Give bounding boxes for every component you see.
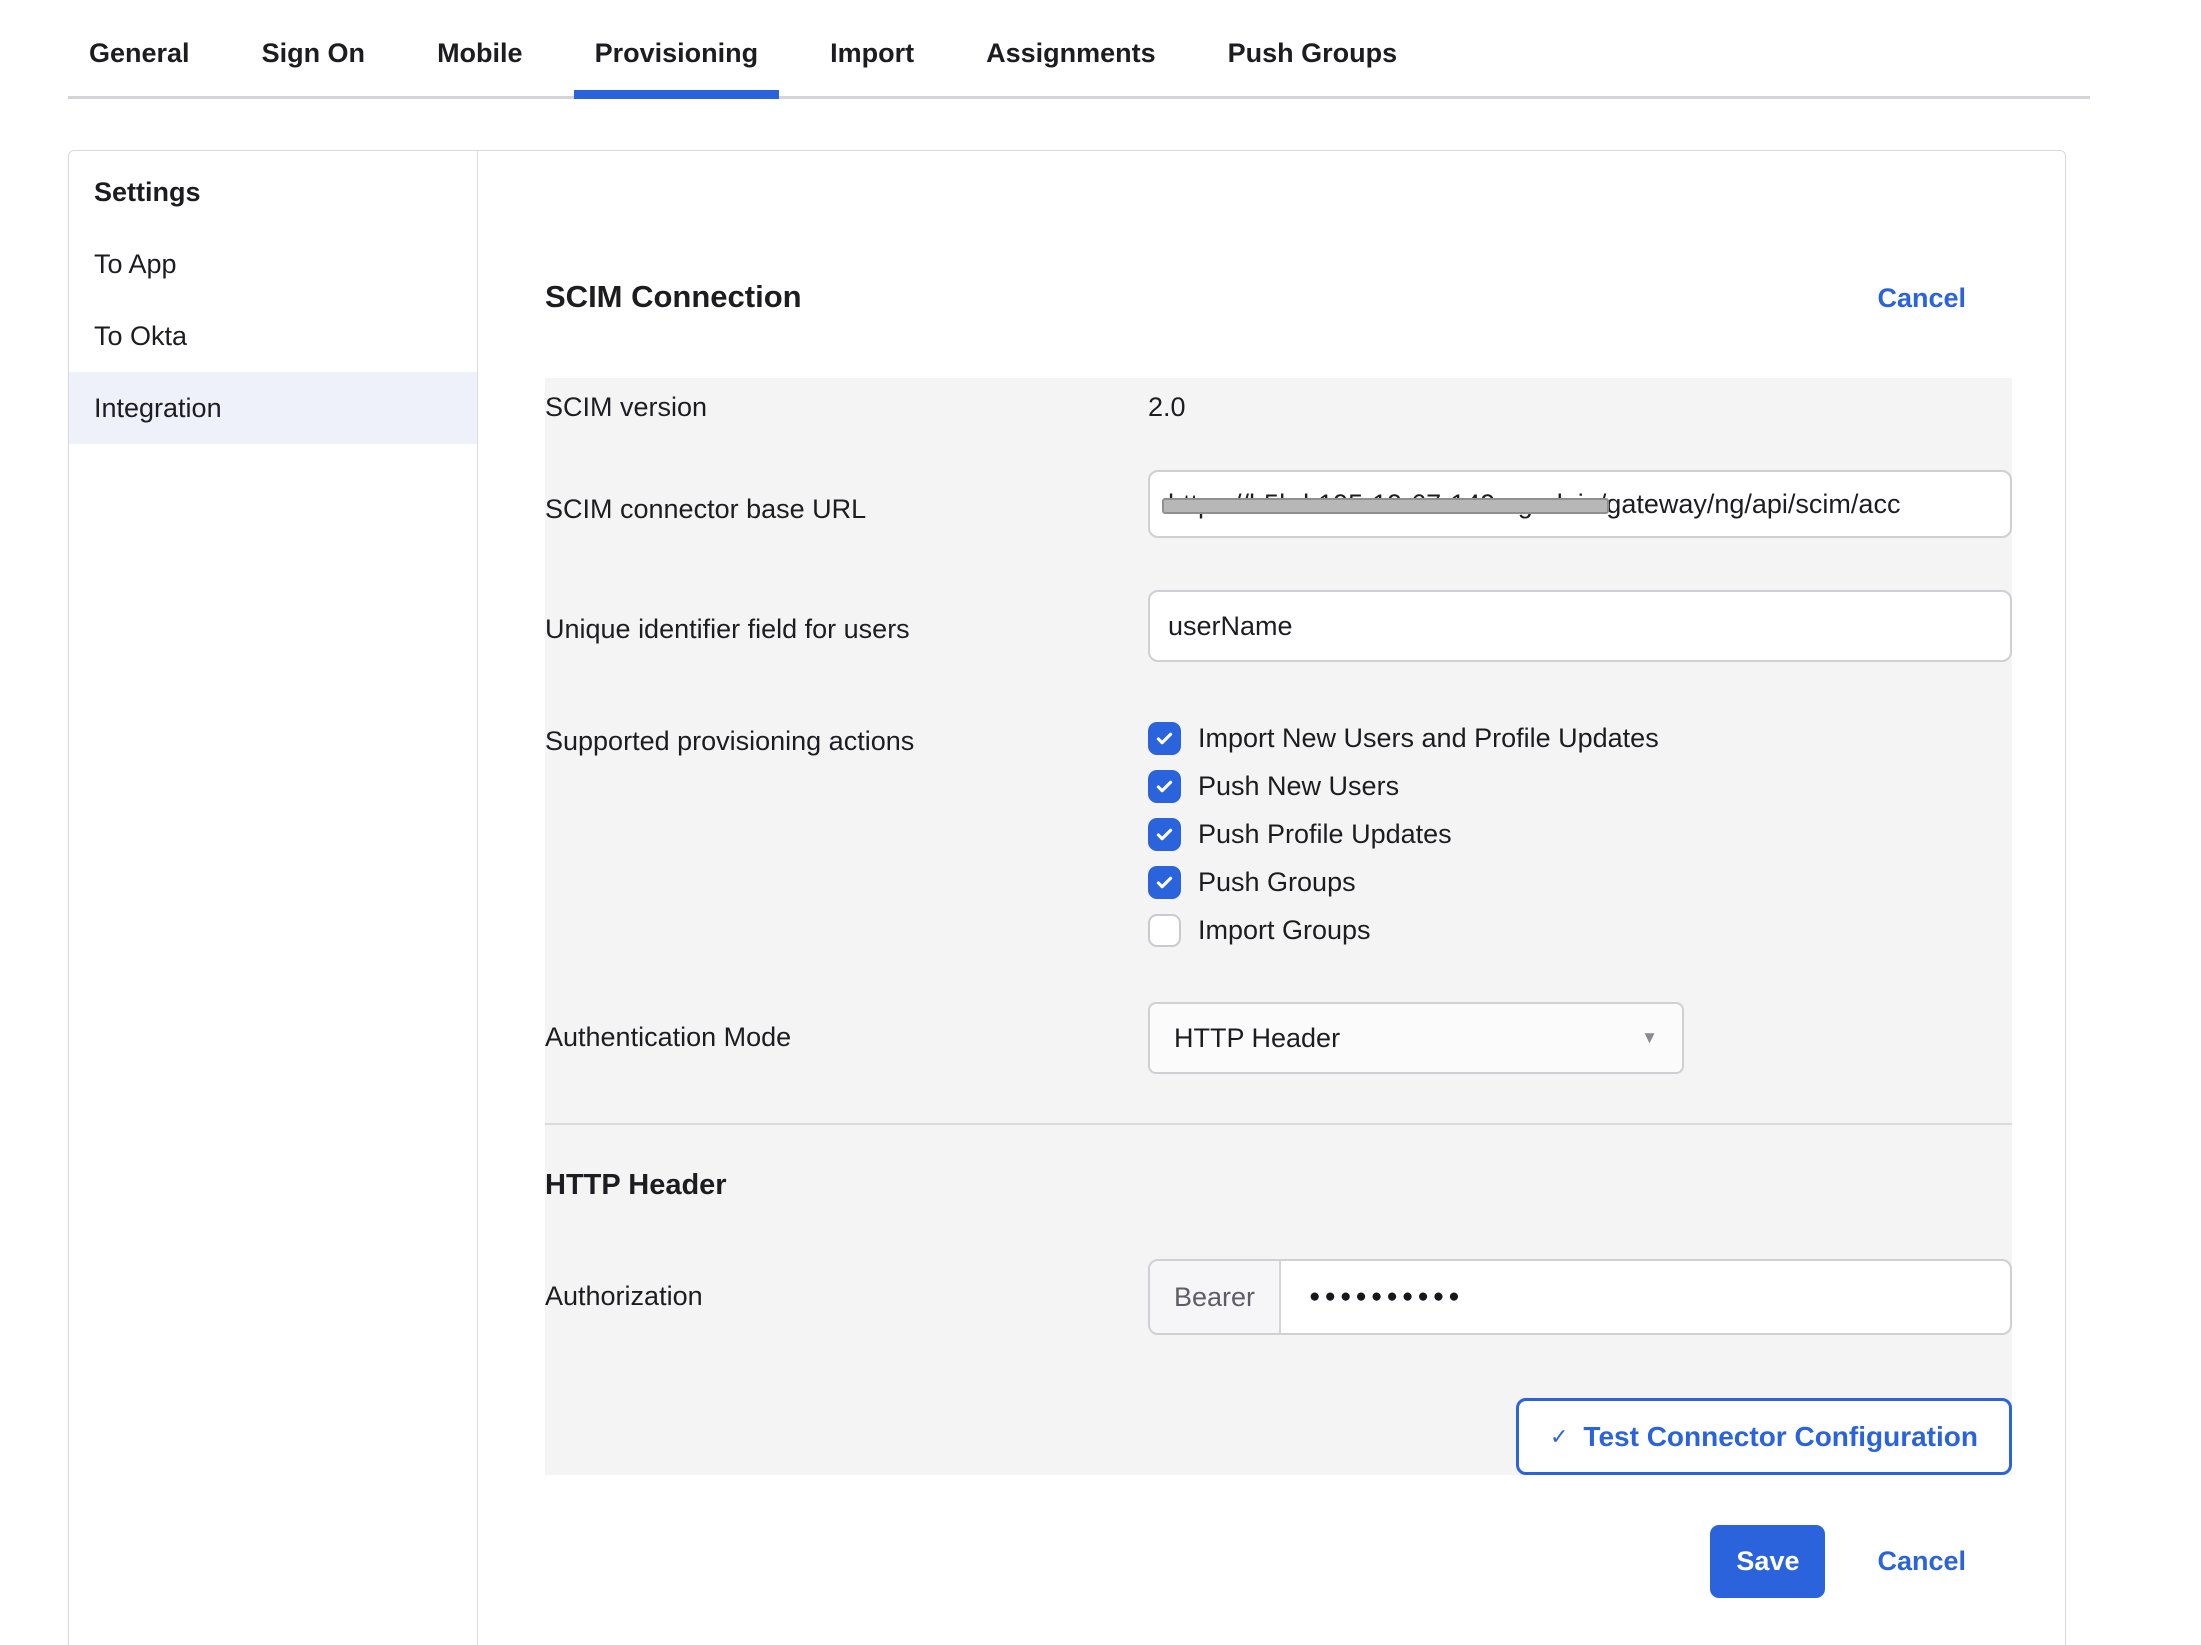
settings-sidebar: Settings To App To Okta Integration	[69, 151, 478, 1645]
base-url-label: SCIM connector base URL	[545, 470, 1148, 538]
redacted-url-segment: https://h5hd-195-19-67-149.ngrok.io	[1168, 489, 1599, 520]
tab-general[interactable]: General	[68, 38, 211, 96]
base-url-input[interactable]: https://h5hd-195-19-67-149.ngrok.io /gat…	[1148, 470, 2012, 538]
base-url-row: SCIM connector base URL https://h5hd-195…	[545, 470, 2012, 538]
checkbox-push-new-users[interactable]: Push New Users	[1148, 770, 2012, 803]
auth-mode-row: Authentication Mode HTTP Header ▼	[545, 1002, 2012, 1074]
page-header: SCIM Connection Cancel	[545, 279, 2012, 315]
checkbox-import-new-users[interactable]: Import New Users and Profile Updates	[1148, 722, 2012, 755]
auth-mode-value: HTTP Header	[1174, 1023, 1340, 1054]
auth-mode-label: Authentication Mode	[545, 1002, 1148, 1074]
section-divider	[545, 1123, 2012, 1125]
checkmark-icon	[1154, 872, 1175, 893]
checkbox-label: Push Groups	[1198, 867, 1356, 898]
scim-connection-panel: SCIM Connection Cancel SCIM version 2.0 …	[478, 151, 2065, 1645]
check-icon: ✓	[1550, 1424, 1568, 1450]
checkbox-label: Import Groups	[1198, 915, 1371, 946]
sidebar-heading: Settings	[69, 156, 477, 228]
checkmark-icon	[1154, 776, 1175, 797]
checkmark-icon	[1154, 824, 1175, 845]
checked-checkbox-icon[interactable]	[1148, 818, 1181, 851]
test-button-row: ✓ Test Connector Configuration	[545, 1398, 2012, 1475]
tab-mobile[interactable]: Mobile	[416, 38, 544, 96]
footer-actions: Save Cancel	[545, 1525, 2012, 1598]
auth-mode-select[interactable]: HTTP Header ▼	[1148, 1002, 1684, 1074]
sidebar-item-to-okta[interactable]: To Okta	[69, 300, 477, 372]
http-header-section-title: HTTP Header	[545, 1169, 2012, 1202]
header-cancel-link[interactable]: Cancel	[1877, 283, 1966, 314]
checkbox-import-groups[interactable]: Import Groups	[1148, 914, 2012, 947]
tab-push-groups[interactable]: Push Groups	[1207, 38, 1419, 96]
checked-checkbox-icon[interactable]	[1148, 866, 1181, 899]
test-button-label: Test Connector Configuration	[1583, 1421, 1978, 1453]
page-title: SCIM Connection	[545, 279, 802, 315]
app-tabbar: General Sign On Mobile Provisioning Impo…	[68, 0, 2090, 99]
provisioning-actions-row: Supported provisioning actions Import Ne…	[545, 722, 2012, 962]
checkmark-icon	[1154, 728, 1175, 749]
scim-version-row: SCIM version 2.0	[545, 392, 2012, 423]
bearer-token-field[interactable]: ●●●●●●●●●●	[1281, 1261, 2010, 1333]
scim-version-label: SCIM version	[545, 392, 1148, 423]
chevron-down-icon: ▼	[1641, 1028, 1658, 1048]
checked-checkbox-icon[interactable]	[1148, 722, 1181, 755]
unchecked-checkbox-icon[interactable]	[1148, 914, 1181, 947]
bearer-prefix: Bearer	[1150, 1261, 1281, 1333]
authorization-row: Authorization Bearer ●●●●●●●●●●	[545, 1259, 2012, 1335]
tab-assignments[interactable]: Assignments	[965, 38, 1177, 96]
sidebar-item-integration[interactable]: Integration	[69, 372, 477, 444]
footer-cancel-link[interactable]: Cancel	[1877, 1546, 1966, 1577]
sidebar-item-to-app[interactable]: To App	[69, 228, 477, 300]
authorization-input: Bearer ●●●●●●●●●●	[1148, 1259, 2012, 1335]
provisioning-actions-label: Supported provisioning actions	[545, 722, 1148, 962]
tab-provisioning[interactable]: Provisioning	[574, 38, 780, 96]
checkbox-label: Push Profile Updates	[1198, 819, 1452, 850]
test-connector-configuration-button[interactable]: ✓ Test Connector Configuration	[1516, 1398, 2012, 1475]
authorization-label: Authorization	[545, 1259, 1148, 1335]
scim-version-value: 2.0	[1148, 392, 2012, 423]
unique-id-input[interactable]: userName	[1148, 590, 2012, 662]
tab-sign-on[interactable]: Sign On	[241, 38, 387, 96]
redaction-bar	[1162, 498, 1609, 514]
save-button[interactable]: Save	[1710, 1525, 1825, 1598]
checked-checkbox-icon[interactable]	[1148, 770, 1181, 803]
checkbox-label: Push New Users	[1198, 771, 1399, 802]
checkbox-label: Import New Users and Profile Updates	[1198, 723, 1659, 754]
unique-id-label: Unique identifier field for users	[545, 590, 1148, 662]
tab-import[interactable]: Import	[809, 38, 935, 96]
checkbox-push-profile-updates[interactable]: Push Profile Updates	[1148, 818, 2012, 851]
unique-id-row: Unique identifier field for users userNa…	[545, 590, 2012, 662]
url-visible-tail: /gateway/ng/api/scim/acc	[1599, 489, 1901, 520]
checkbox-push-groups[interactable]: Push Groups	[1148, 866, 2012, 899]
scim-form-panel: SCIM version 2.0 SCIM connector base URL…	[545, 378, 2012, 1475]
provisioning-card: Settings To App To Okta Integration SCIM…	[68, 150, 2066, 1645]
